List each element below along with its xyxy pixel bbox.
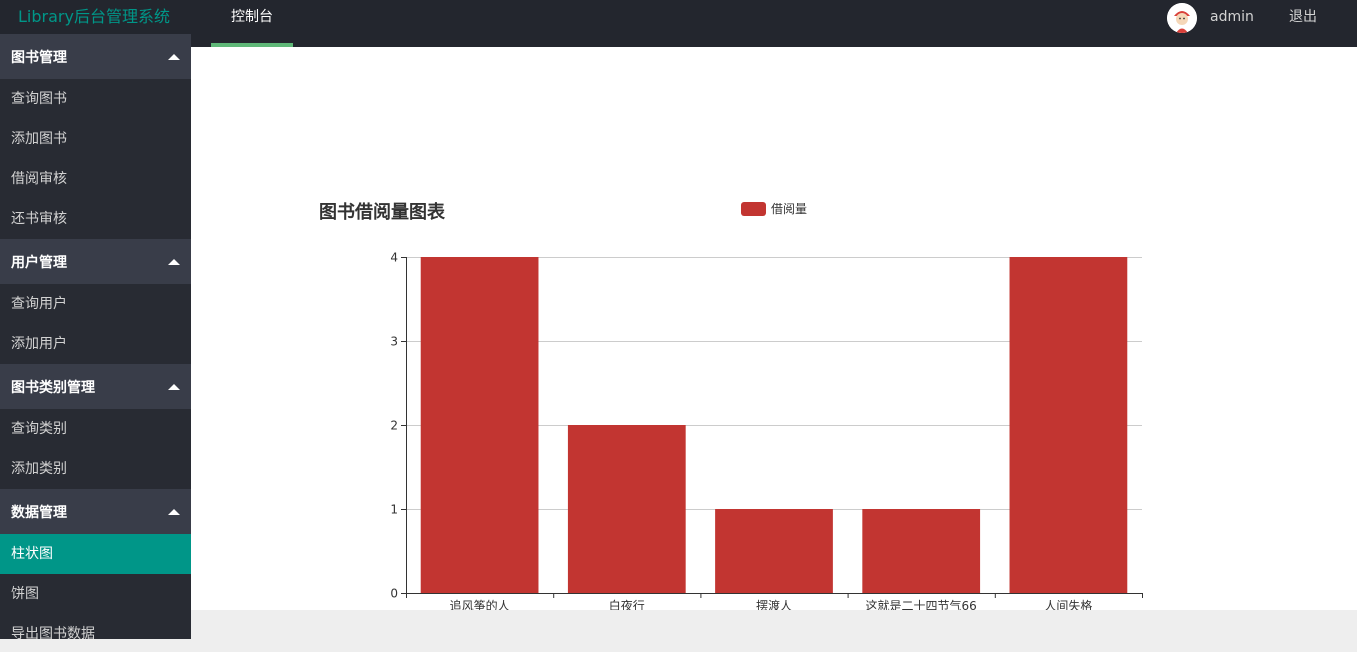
x-tick-label: 追风筝的人: [450, 598, 510, 610]
x-tick-label: 白夜行: [609, 598, 645, 610]
y-tick-label: 0: [390, 587, 398, 601]
y-tick-label: 1: [390, 503, 398, 517]
logout-link[interactable]: 退出: [1289, 0, 1317, 34]
caret-up-icon: [168, 508, 180, 515]
sidebar-item-query-categories[interactable]: 查询类别: [0, 409, 191, 449]
tab-dashboard[interactable]: 控制台: [211, 0, 293, 47]
sidebar-item-bar-chart[interactable]: 柱状图: [0, 534, 191, 574]
sidebar-item-add-user[interactable]: 添加用户: [0, 324, 191, 364]
bar-chart: 0 1 2 3 4 追风筝的人 白夜行 摆渡人 这就是二十四节气66 人间失格: [390, 251, 1143, 610]
caret-up-icon: [168, 383, 180, 390]
sidebar-group-label: 图书类别管理: [11, 379, 95, 396]
y-tick-label: 2: [390, 419, 398, 433]
top-header: Library后台管理系统 控制台 admin 退出: [0, 0, 1357, 47]
sidebar-item-return-review[interactable]: 还书审核: [0, 199, 191, 239]
sidebar-item-export-books[interactable]: 导出图书数据: [0, 614, 191, 639]
sidebar-item-query-users[interactable]: 查询用户: [0, 284, 191, 324]
avatar[interactable]: [1167, 3, 1197, 33]
bar[interactable]: [1009, 257, 1128, 593]
user-name[interactable]: admin: [1210, 0, 1254, 34]
bar[interactable]: [715, 509, 833, 593]
sidebar-group-label: 数据管理: [11, 504, 67, 521]
sidebar-group-users[interactable]: 用户管理: [0, 239, 191, 284]
caret-up-icon: [168, 53, 180, 60]
y-tick-label: 3: [390, 335, 398, 349]
bar[interactable]: [567, 425, 686, 593]
x-tick-label: 这就是二十四节气66: [866, 598, 977, 610]
sidebar-item-add-category[interactable]: 添加类别: [0, 449, 191, 489]
x-tick-label: 摆渡人: [756, 598, 792, 610]
bar[interactable]: [862, 509, 981, 593]
sidebar-item-borrow-review[interactable]: 借阅审核: [0, 159, 191, 199]
app-logo[interactable]: Library后台管理系统: [18, 0, 170, 34]
sidebar-item-query-books[interactable]: 查询图书: [0, 79, 191, 119]
sidebar-group-label: 图书管理: [11, 49, 67, 66]
avatar-image: [1167, 3, 1197, 33]
sidebar-item-add-book[interactable]: 添加图书: [0, 119, 191, 159]
sidebar-group-data[interactable]: 数据管理: [0, 489, 191, 534]
y-tick-label: 4: [390, 251, 398, 265]
main-content: 图书借阅量图表 借阅量 0 1 2 3 4 追风筝的人 白夜行 摆渡人 这就是二十四节气66 人间…: [191, 47, 1357, 610]
sidebar-item-pie-chart[interactable]: 饼图: [0, 574, 191, 614]
x-tick-label: 人间失格: [1044, 598, 1092, 610]
sidebar-nav: 图书管理 查询图书 添加图书 借阅审核 还书审核 用户管理 查询用户 添加用户 …: [0, 34, 191, 639]
sidebar-group-label: 用户管理: [11, 254, 67, 271]
bar[interactable]: [420, 257, 539, 593]
sidebar-group-categories[interactable]: 图书类别管理: [0, 364, 191, 409]
caret-up-icon: [168, 258, 180, 265]
sidebar-group-books[interactable]: 图书管理: [0, 34, 191, 79]
